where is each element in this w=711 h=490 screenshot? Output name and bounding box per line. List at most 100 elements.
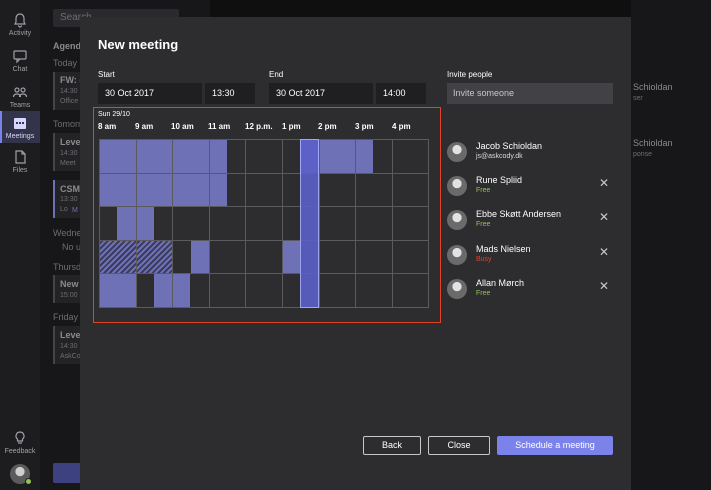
avatar [447,279,467,299]
lightbulb-icon [15,431,25,444]
remove-attendee-icon[interactable]: ✕ [599,279,609,293]
start-date-field[interactable]: 30 Oct 2017 [98,83,202,104]
time-slot-cell[interactable] [391,206,430,241]
agenda-title: Agend [53,41,81,51]
schedule-meeting-button[interactable]: Schedule a meeting [497,436,613,455]
avatar [447,245,467,265]
hour-label: 12 p.m. [245,122,273,131]
presence-indicator [25,478,32,485]
attendee-name: Mads Nielsen [476,244,531,254]
end-date-field[interactable]: 30 Oct 2017 [269,83,373,104]
time-slot-cell[interactable] [245,172,283,207]
time-slot-cell[interactable] [208,172,247,207]
time-slot-cell[interactable] [172,239,210,274]
agenda-event-time: 14:30 [60,150,78,157]
time-slot-cell[interactable] [208,206,247,241]
rail-item-files[interactable]: Files [0,145,40,181]
agenda-event-title: FW: ( [60,75,83,85]
time-slot-cell[interactable] [135,206,174,241]
agenda-day-today: Today [53,58,78,68]
time-slot-cell[interactable] [99,206,137,241]
app-rail: Activity Chat Teams Meetings Files Feedb… [0,0,40,490]
start-time-field[interactable]: 13:30 [205,83,255,104]
attendee-email: js@askcody.dk [476,153,523,160]
remove-attendee-icon[interactable]: ✕ [599,210,609,224]
agenda-event-place: Meet [60,160,76,167]
avatar [447,142,467,162]
back-button[interactable]: Back [363,436,421,455]
time-slot-cell[interactable] [318,172,357,207]
rail-label-meetings: Meetings [5,133,35,140]
time-slot-cell[interactable] [355,239,393,274]
time-slot-cell[interactable] [208,273,247,308]
time-slot-cell[interactable] [391,273,430,308]
agenda-event-time: 15:00 [60,292,78,299]
attendee-row[interactable]: Jacob Schioldan js@askcody.dk [447,141,617,167]
time-slot-cell[interactable] [99,172,137,207]
end-time-field[interactable]: 14:00 [376,83,426,104]
remove-attendee-icon[interactable]: ✕ [599,176,609,190]
time-slot-cell[interactable] [318,139,357,174]
agenda-event-place: Office [60,98,79,105]
time-slot-cell[interactable] [245,206,283,241]
invite-label: Invite people [447,70,493,79]
time-slot-cell[interactable] [99,273,137,308]
rail-label-files: Files [12,167,28,174]
time-slot-cell[interactable] [245,239,283,274]
time-slot-cell[interactable] [208,139,247,174]
agenda-day-tomorrow: Tomorr [53,119,82,129]
time-slot-cell[interactable] [172,273,210,308]
user-avatar[interactable] [10,464,32,485]
time-slot-cell[interactable] [318,206,357,241]
time-slot-cell[interactable] [318,239,357,274]
time-slot-cell[interactable] [135,172,174,207]
attendee-row[interactable]: Ebbe Skøtt Andersen Free ✕ [447,209,617,235]
time-slot-cell[interactable] [208,239,247,274]
close-button[interactable]: Close [428,436,490,455]
rail-item-chat[interactable]: Chat [0,44,40,80]
selected-time-range[interactable] [300,139,319,308]
background-sub: ponse [633,151,653,158]
attendee-row[interactable]: Mads Nielsen Busy ✕ [447,244,617,270]
hour-label: 4 pm [392,122,411,131]
time-slot-cell[interactable] [245,139,283,174]
agenda-event-time: 13:30 [60,196,78,203]
scheduler-date: Sun 29/10 [98,111,130,118]
time-slot-cell[interactable] [355,172,393,207]
agenda-event-time: 14:30 [60,343,78,350]
attendee-row[interactable]: Allan Mørch Free ✕ [447,278,617,304]
time-slot-cell[interactable] [99,239,137,274]
rail-item-feedback[interactable]: Feedback [0,426,40,462]
time-slot-cell[interactable] [391,239,430,274]
hour-label: 1 pm [282,122,301,131]
availability-scheduler[interactable]: Sun 29/10 8 am 9 am 10 am 11 am 12 p.m. … [93,107,441,323]
attendee-status: Free [476,221,491,228]
time-slot-cell[interactable] [135,239,174,274]
time-slot-cell[interactable] [245,273,283,308]
time-slot-cell[interactable] [172,139,210,174]
attendee-row[interactable]: Rune Spliid Free ✕ [447,175,617,201]
time-slot-cell[interactable] [172,172,210,207]
attendee-status: Free [476,187,491,194]
time-slot-cell[interactable] [355,139,393,174]
time-slot-cell[interactable] [355,206,393,241]
time-slot-cell[interactable] [318,273,357,308]
background-panel-right [631,0,711,490]
remove-attendee-icon[interactable]: ✕ [599,245,609,259]
time-slot-cell[interactable] [172,206,210,241]
time-slot-cell[interactable] [391,172,430,207]
time-slot-cell[interactable] [135,273,174,308]
new-meeting-dialog: New meeting Start 30 Oct 2017 13:30 End … [80,17,631,490]
time-slot-cell[interactable] [99,139,137,174]
hour-label: 8 am [98,122,117,131]
rail-item-activity[interactable]: Activity [0,8,40,44]
start-label: Start [98,70,115,79]
hour-label: 10 am [171,122,194,131]
hour-label: 11 am [208,122,231,131]
time-slot-cell[interactable] [135,139,174,174]
rail-item-meetings[interactable]: Meetings [0,111,40,143]
time-slot-cell[interactable] [391,139,430,174]
dialog-title: New meeting [98,37,179,52]
time-slot-cell[interactable] [355,273,393,308]
invite-input[interactable] [447,83,613,104]
